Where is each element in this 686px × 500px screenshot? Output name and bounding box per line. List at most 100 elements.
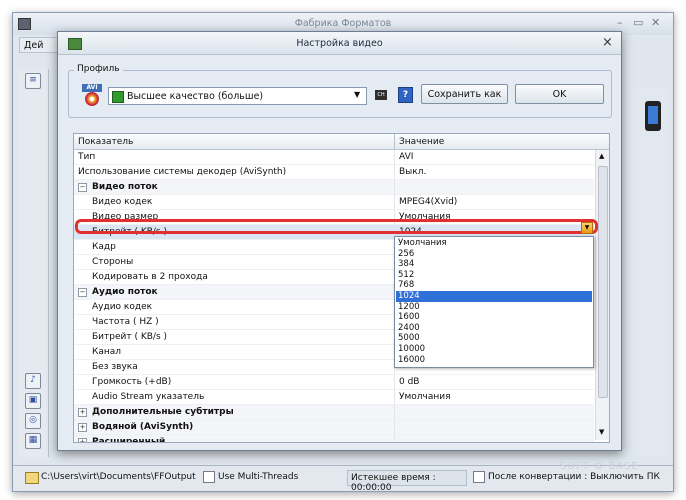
close-icon[interactable]: ✕	[651, 16, 660, 29]
maximize-icon[interactable]: ▭	[633, 16, 643, 29]
property-value[interactable]: 0 dB	[399, 377, 419, 387]
property-name: Аудио поток	[92, 287, 158, 297]
bitrate-option[interactable]: 256	[396, 249, 592, 260]
property-name: Тип	[78, 152, 96, 162]
help-icon[interactable]: ?	[398, 87, 413, 103]
elapsed-time: Истекшее время : 00:00:00	[347, 470, 467, 493]
property-row[interactable]: Громкость (+dB) 0 dB	[74, 375, 594, 390]
profile-legend: Профиль	[74, 64, 123, 74]
profile-select[interactable]: Высшее качество (больше) ▼	[108, 87, 367, 105]
bitrate-option[interactable]: 1200	[396, 302, 592, 313]
minimize-icon[interactable]: –	[617, 16, 623, 29]
bitrate-highlight	[75, 219, 598, 234]
disc-icon[interactable]: ◎	[25, 413, 41, 429]
property-row[interactable]: Тип AVI	[74, 150, 594, 165]
property-name: Кадр	[92, 242, 116, 252]
left-toolbar: ≡ ♪ ▣ ◎ ▦	[18, 69, 49, 457]
picture-icon[interactable]: ▣	[25, 393, 41, 409]
dialog-titlebar: Настройка видео ×	[58, 32, 621, 55]
column-divider	[394, 435, 395, 442]
menu-tab-actions[interactable]: Дей	[19, 37, 59, 53]
column-divider	[394, 150, 395, 164]
disc-icon	[85, 92, 99, 106]
output-path[interactable]: C:\Users\virt\Documents\FFOutput	[41, 472, 196, 482]
audio-icon[interactable]: ♪	[25, 373, 41, 389]
avi-badge: AVI	[82, 84, 102, 92]
bitrate-option[interactable]: 1024	[396, 291, 592, 302]
bitrate-option[interactable]: 10000	[396, 344, 592, 355]
main-window-title: Фабрика Форматов	[294, 18, 392, 29]
property-name: Дополнительные субтитры	[92, 407, 234, 417]
bitrate-dropdown[interactable]: Умолчания 256 384 512 768 1024 1200 1600 2400 500…	[394, 236, 594, 368]
property-row[interactable]: Использование системы декодер (AviSynth)…	[74, 165, 594, 180]
bitrate-option[interactable]: 16000	[396, 355, 592, 366]
collapse-icon[interactable]: −	[78, 183, 87, 192]
after-convert-label: После конвертации : Выключить ПК	[488, 472, 660, 482]
column-divider	[394, 390, 395, 404]
collapse-icon[interactable]: −	[78, 288, 87, 297]
group-row[interactable]: + Водяной (AviSynth)	[74, 420, 594, 435]
dialog-title: Настройка видео	[296, 38, 383, 49]
bitrate-option[interactable]: 512	[396, 270, 592, 281]
close-icon[interactable]: ×	[602, 35, 613, 50]
property-value[interactable]: Выкл.	[399, 167, 426, 177]
phone-device-icon[interactable]	[645, 101, 661, 131]
property-name: Стороны	[92, 257, 134, 267]
bitrate-option[interactable]: Умолчания	[396, 238, 592, 249]
group-row[interactable]: − Видео поток	[74, 180, 594, 195]
property-name: Кодировать в 2 прохода	[92, 272, 208, 282]
column-divider	[394, 195, 395, 209]
bitrate-option[interactable]: 768	[396, 280, 592, 291]
multi-threads-checkbox[interactable]	[203, 471, 215, 483]
property-value[interactable]: AVI	[399, 152, 413, 162]
property-name: Расширенный	[92, 437, 166, 443]
header-parameter: Показатель	[78, 137, 134, 147]
expand-icon[interactable]: +	[78, 438, 87, 442]
document-icon[interactable]: ≡	[25, 73, 41, 89]
utilities-icon[interactable]: ▦	[25, 433, 41, 449]
property-value[interactable]: Умолчания	[399, 392, 451, 402]
watermark-text: SOFT ⚙ BASE	[560, 461, 639, 472]
property-name: Громкость (+dB)	[92, 377, 172, 387]
dropdown-arrow-icon[interactable]: ▼	[581, 222, 593, 234]
group-row[interactable]: + Расширенный	[74, 435, 594, 443]
channel-icon[interactable]: CH	[375, 90, 387, 100]
property-row[interactable]: Audio Stream указатель Умолчания	[74, 390, 594, 405]
expand-icon[interactable]: +	[78, 408, 87, 417]
grid-scrollbar[interactable]: ▲ ▼	[595, 150, 609, 440]
chevron-down-icon[interactable]: ▼	[354, 90, 360, 99]
property-name: Водяной (AviSynth)	[92, 422, 194, 432]
column-divider	[394, 165, 395, 179]
header-value: Значение	[399, 137, 445, 147]
property-name: Частота ( HZ )	[92, 317, 159, 327]
folder-icon[interactable]	[25, 472, 39, 484]
property-name: Использование системы декодер (AviSynth)	[78, 167, 287, 177]
phone-screen	[648, 106, 658, 124]
property-name: Видео поток	[92, 182, 158, 192]
bitrate-option[interactable]: 2400	[396, 323, 592, 334]
bitrate-option[interactable]: 1600	[396, 312, 592, 323]
property-name: Аудио кодек	[92, 302, 153, 312]
column-divider	[394, 375, 395, 389]
after-convert-checkbox[interactable]	[473, 471, 485, 483]
ok-button[interactable]: OK	[515, 84, 604, 104]
property-name: Канал	[92, 347, 122, 357]
property-name: Без звука	[92, 362, 138, 372]
property-row[interactable]: Видео кодек MPEG4(Xvid)	[74, 195, 594, 210]
multi-threads-label: Use Multi-Threads	[218, 472, 299, 482]
scroll-down-icon[interactable]: ▼	[599, 428, 604, 436]
avi-format-icon: AVI	[82, 84, 102, 106]
property-value[interactable]: MPEG4(Xvid)	[399, 197, 457, 207]
column-divider	[394, 405, 395, 419]
property-name: Битрейт ( KB/s )	[92, 332, 168, 342]
group-row[interactable]: + Дополнительные субтитры	[74, 405, 594, 420]
scroll-thumb[interactable]	[598, 166, 608, 398]
bitrate-option[interactable]: 384	[396, 259, 592, 270]
header-divider	[394, 134, 395, 149]
bitrate-option[interactable]: 5000	[396, 333, 592, 344]
column-divider	[394, 180, 395, 194]
save-as-button[interactable]: Сохранить как	[421, 84, 508, 104]
expand-icon[interactable]: +	[78, 423, 87, 432]
scroll-up-icon[interactable]: ▲	[599, 152, 604, 160]
property-name: Видео кодек	[92, 197, 153, 207]
